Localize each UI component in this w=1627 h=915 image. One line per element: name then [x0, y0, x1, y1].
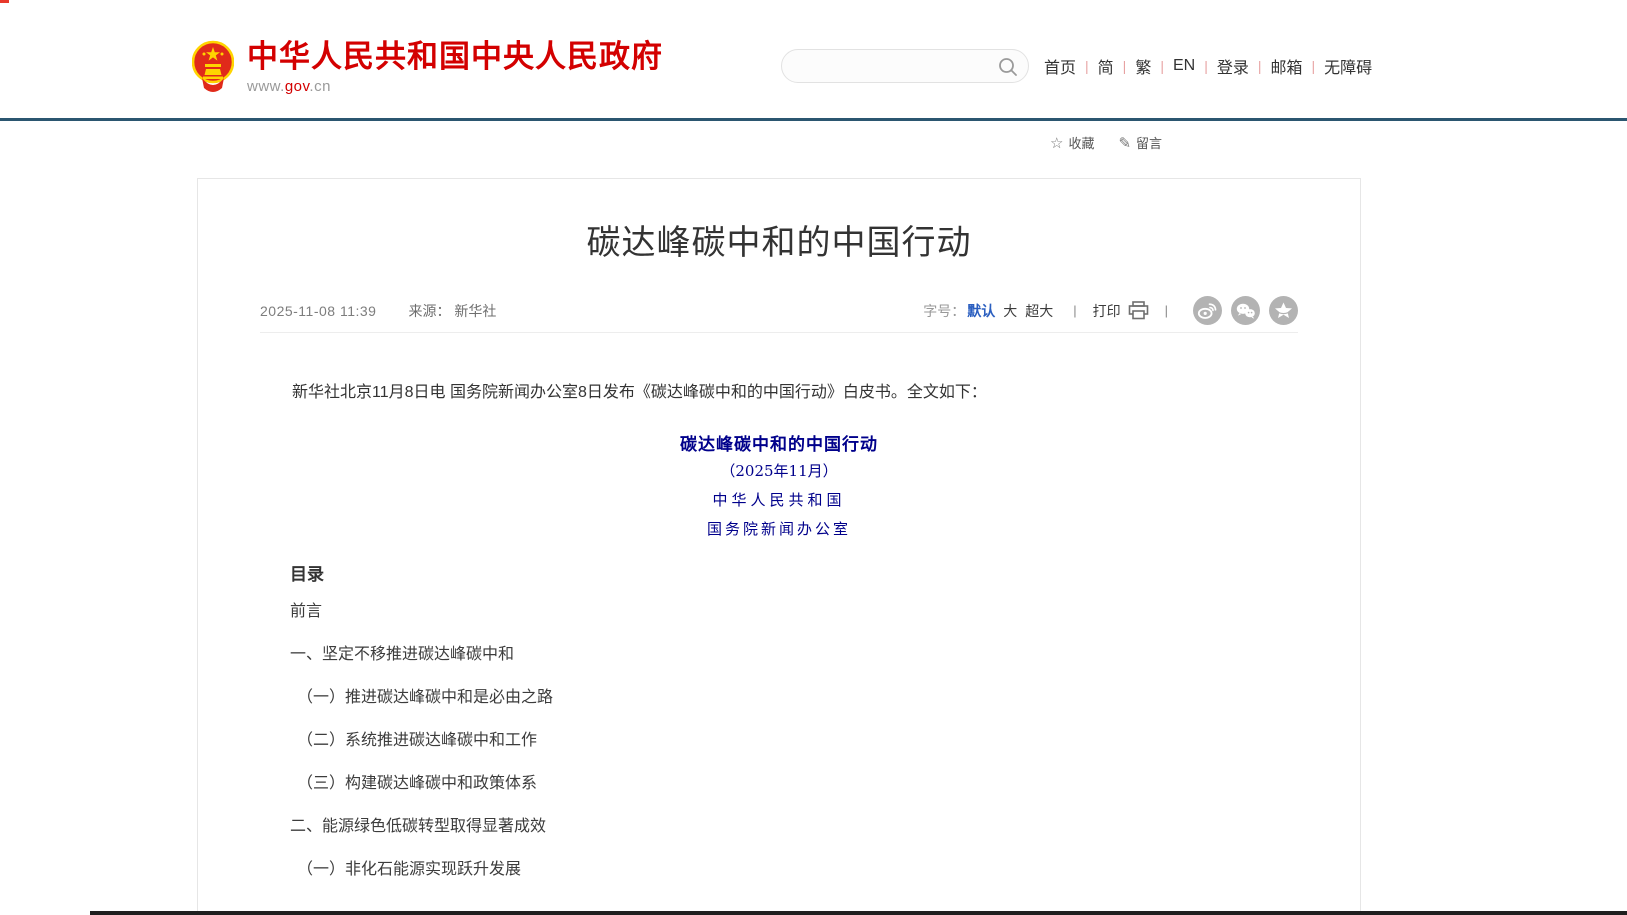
nav-english[interactable]: EN	[1173, 57, 1195, 75]
star-icon: ☆	[1050, 134, 1063, 152]
wechat-share-icon[interactable]	[1231, 296, 1260, 325]
toc-item: （二）系统推进碳达峰碳中和工作	[290, 732, 553, 749]
font-size-default-button[interactable]: 默认	[967, 301, 995, 321]
favorite-label: 收藏	[1068, 133, 1094, 152]
favorite-link[interactable]: ☆ 收藏	[1050, 133, 1094, 152]
nav-simplified[interactable]: 简	[1098, 54, 1114, 78]
document-author-line1: 中华人民共和国	[198, 489, 1360, 510]
toc-item: （一）推进碳达峰碳中和是必由之路	[290, 689, 553, 706]
top-nav: 首页 | 简 | 繁 | EN | 登录 | 邮箱 | 无障碍	[1044, 54, 1372, 78]
browser-corner-artifact	[0, 0, 9, 3]
font-size-xlarge-button[interactable]: 超大	[1025, 301, 1053, 321]
taskbar-edge-artifact	[90, 911, 1627, 915]
document-author-line2: 国务院新闻办公室	[198, 518, 1360, 539]
qzone-share-icon[interactable]	[1269, 296, 1298, 325]
site-title: 中华人民共和国中央人民政府	[247, 40, 663, 74]
nav-login[interactable]: 登录	[1217, 54, 1249, 78]
page-title: 碳达峰碳中和的中国行动	[198, 215, 1360, 264]
source: 来源： 新华社	[408, 301, 496, 321]
table-of-contents: 前言 一、坚定不移推进碳达峰碳中和 （一）推进碳达峰碳中和是必由之路 （二）系统…	[290, 603, 553, 904]
pencil-icon: ✎	[1118, 134, 1131, 152]
printer-icon	[1128, 301, 1149, 320]
nav-home[interactable]: 首页	[1044, 54, 1076, 78]
toc-item: （一）非化石能源实现跃升发展	[290, 861, 553, 878]
toc-item: 二、能源绿色低碳转型取得显著成效	[290, 818, 553, 835]
article-card: 碳达峰碳中和的中国行动 2025-11-08 11:39 来源： 新华社 字号：…	[197, 178, 1361, 915]
search-icon[interactable]	[998, 57, 1018, 77]
weibo-share-icon[interactable]	[1193, 296, 1222, 325]
national-emblem-icon	[192, 40, 234, 97]
toc-item: （三）构建碳达峰碳中和政策体系	[290, 775, 553, 792]
font-size-large-button[interactable]: 大	[1003, 301, 1017, 321]
site-url: www.gov.cn	[247, 78, 663, 95]
share-icons	[1184, 296, 1298, 325]
article-meta-row: 2025-11-08 11:39 来源： 新华社 字号： 默认 大 超大 | 打…	[260, 289, 1298, 333]
search-input[interactable]	[798, 50, 988, 82]
font-size-label: 字号：	[923, 301, 965, 321]
lead-paragraph: 新华社北京11月8日电 国务院新闻办公室8日发布《碳达峰碳中和的中国行动》白皮书…	[260, 379, 1298, 406]
sub-bar: ☆ 收藏 ✎ 留言	[0, 124, 1627, 160]
site-logo[interactable]: 中华人民共和国中央人民政府 www.gov.cn	[192, 40, 663, 97]
toc-item: 一、坚定不移推进碳达峰碳中和	[290, 646, 553, 663]
site-header: 中华人民共和国中央人民政府 www.gov.cn 首页 | 简 | 繁 | EN…	[0, 0, 1627, 121]
nav-mail[interactable]: 邮箱	[1271, 54, 1303, 78]
document-title: 碳达峰碳中和的中国行动	[198, 430, 1360, 455]
comment-label: 留言	[1136, 133, 1162, 152]
nav-traditional[interactable]: 繁	[1135, 54, 1151, 78]
toc-item: 前言	[290, 603, 553, 620]
print-button[interactable]: 打印	[1093, 301, 1149, 321]
toc-heading: 目录	[290, 560, 324, 585]
publish-date: 2025-11-08 11:39	[260, 303, 376, 319]
nav-accessibility[interactable]: 无障碍	[1324, 54, 1372, 78]
document-date: （2025年11月）	[198, 460, 1360, 481]
search-box	[781, 49, 1029, 83]
comment-link[interactable]: ✎ 留言	[1118, 133, 1162, 152]
